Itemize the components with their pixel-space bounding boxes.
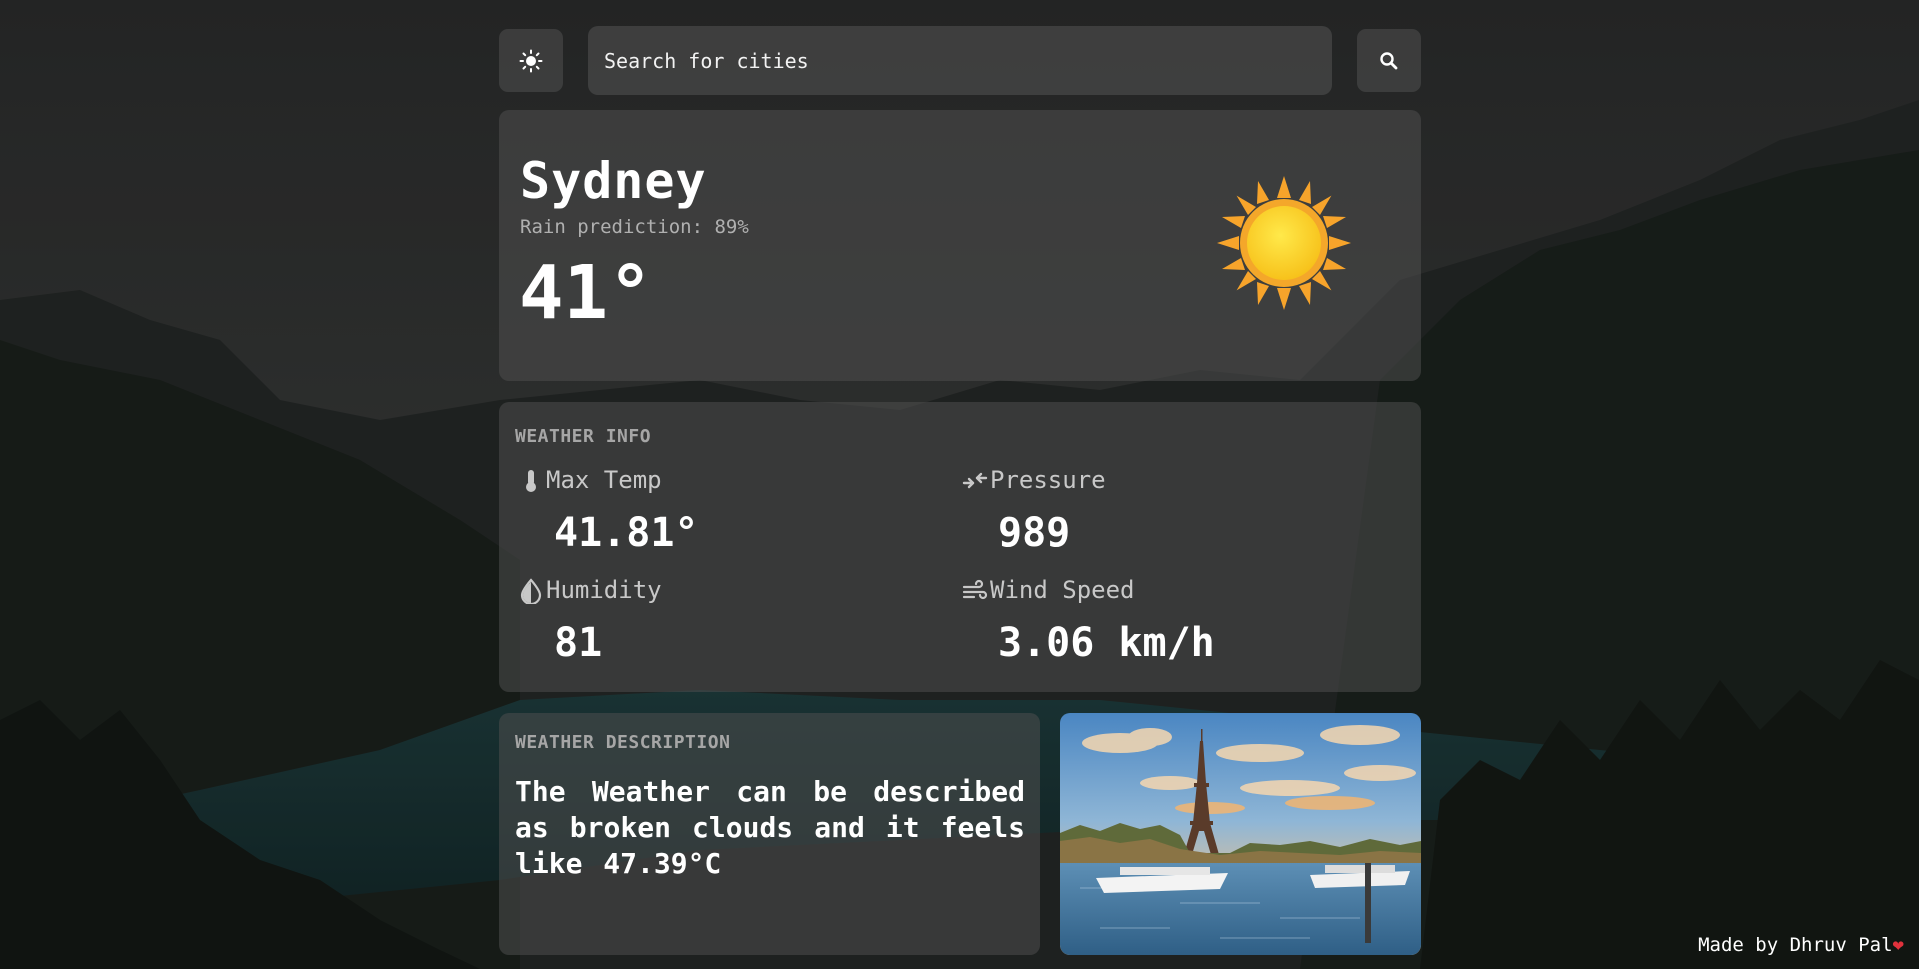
thermometer-icon bbox=[526, 470, 536, 492]
info-label: Wind Speed bbox=[990, 576, 1135, 604]
info-label: Pressure bbox=[990, 466, 1106, 494]
info-value: 41.81° bbox=[554, 510, 699, 556]
weather-info-card: WEATHER INFO Max Temp 41.81° Pressure 98… bbox=[499, 402, 1421, 692]
weather-description-title: WEATHER DESCRIPTION bbox=[515, 732, 731, 753]
current-weather-card: Sydney Rain prediction: 89% 41° bbox=[499, 110, 1421, 381]
info-value: 81 bbox=[554, 620, 603, 666]
search-box bbox=[588, 26, 1332, 95]
footer-credit: Made by Dhruv Pal❤ bbox=[1698, 934, 1904, 956]
heart-icon: ❤ bbox=[1892, 934, 1904, 956]
footer-text: Made by Dhruv Pal bbox=[1698, 934, 1893, 956]
current-temperature: 41° bbox=[519, 250, 653, 336]
info-label: Humidity bbox=[546, 576, 662, 604]
search-icon bbox=[1380, 51, 1398, 69]
weather-info-title: WEATHER INFO bbox=[515, 426, 652, 447]
info-value: 989 bbox=[998, 510, 1071, 556]
droplet-icon bbox=[520, 578, 542, 604]
city-photo bbox=[1060, 713, 1421, 955]
sun-icon bbox=[519, 49, 543, 72]
theme-toggle-button[interactable] bbox=[499, 29, 563, 92]
weather-description-text: The Weather can be described as broken c… bbox=[515, 775, 1025, 880]
info-value: 3.06 km/h bbox=[998, 620, 1215, 666]
info-label: Max Temp bbox=[546, 466, 662, 494]
weather-description-card: WEATHER DESCRIPTION The Weather can be d… bbox=[499, 713, 1040, 955]
city-name: Sydney bbox=[520, 152, 707, 210]
search-input[interactable] bbox=[588, 26, 1332, 95]
sun-icon bbox=[1217, 176, 1351, 310]
rain-prediction: Rain prediction: 89% bbox=[520, 216, 749, 238]
search-button[interactable] bbox=[1357, 29, 1421, 92]
wind-icon bbox=[962, 579, 988, 600]
pressure-arrows-icon bbox=[962, 472, 988, 489]
